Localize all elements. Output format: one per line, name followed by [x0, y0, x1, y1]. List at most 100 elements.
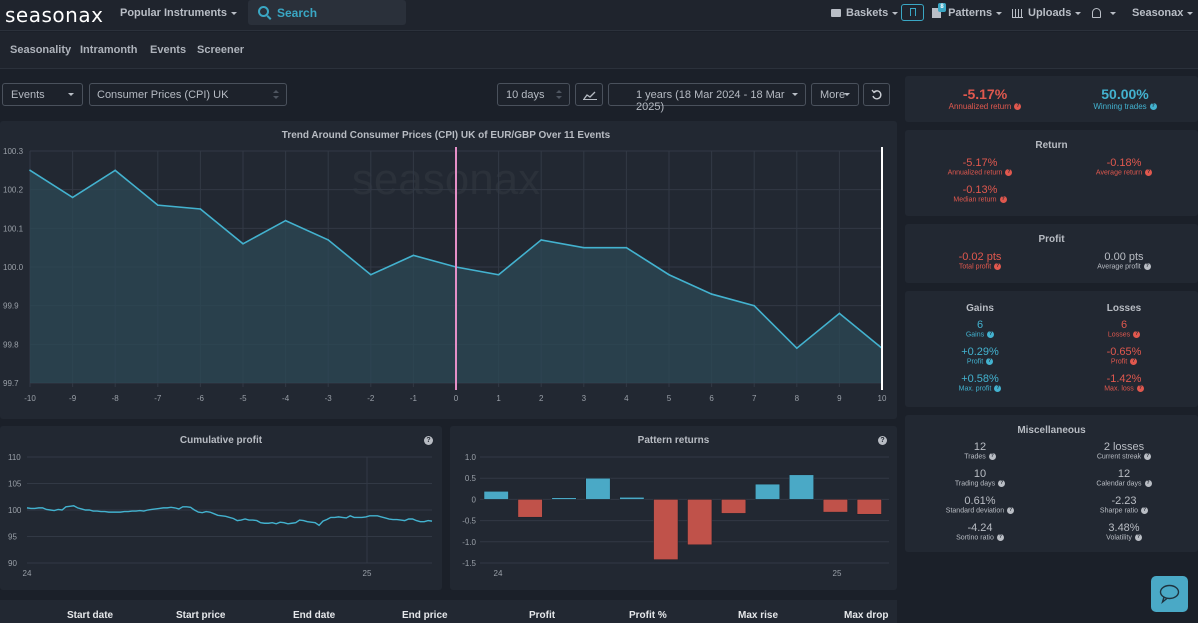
date-range-dropdown[interactable]: 1 years (18 Mar 2024 - 18 Mar 2025)	[608, 83, 806, 113]
positive-bar	[789, 474, 814, 500]
help-icon[interactable]: ?	[1144, 453, 1152, 460]
help-icon[interactable]: ?	[1136, 385, 1144, 392]
tab-screener[interactable]: Screener	[197, 44, 244, 56]
total-profit-stat: -0.02 pts Total profit?	[925, 251, 1035, 270]
popular-instruments-dropdown[interactable]: Popular Instruments	[120, 7, 237, 19]
gains-losses-panel: Gains Losses 6 Gains? +0.29% Profit? +0.…	[905, 291, 1198, 407]
column-header-max-drop[interactable]: Max drop	[844, 610, 888, 621]
stat-value: -0.02 pts	[958, 251, 1002, 263]
trades-table-header: Start date Start price End date End pric…	[0, 600, 897, 623]
winning-trades-value: 50.00%	[1101, 86, 1149, 102]
column-header-profit[interactable]: Profit	[529, 610, 555, 621]
seasonax-logo[interactable]: seasonax	[5, 3, 103, 27]
positive-bar	[619, 497, 645, 500]
window-select[interactable]: 10 days	[497, 83, 570, 106]
stat-label-row: Max. profit?	[925, 385, 1035, 392]
trend-chart-panel: Trend Around Consumer Prices (CPI) UK of…	[0, 121, 897, 419]
help-icon[interactable]: ?	[994, 263, 1002, 270]
y-tick-label: 99.7	[3, 379, 19, 388]
stat-value: -1.42%	[1106, 373, 1142, 385]
stat-label-row: Total profit?	[925, 263, 1035, 270]
y-tick-label: 1.0	[465, 453, 477, 462]
popular-instruments-label: Popular Instruments	[120, 7, 227, 19]
search-box[interactable]: Search	[248, 0, 406, 25]
x-tick-label: -10	[24, 394, 36, 403]
column-header-end-price[interactable]: End price	[402, 610, 448, 621]
help-icon[interactable]: ?	[1133, 331, 1141, 338]
stat-label: Average profit	[1097, 263, 1141, 271]
help-icon[interactable]: ?	[998, 480, 1006, 487]
tab-events[interactable]: Events	[150, 44, 186, 56]
column-header-end-date[interactable]: End date	[293, 610, 335, 621]
tab-intramonth[interactable]: Intramonth	[80, 44, 137, 56]
help-icon[interactable]: ?	[988, 453, 996, 460]
y-tick-label: 99.9	[3, 302, 19, 311]
y-tick-label: 100.2	[3, 186, 24, 195]
stat-value: -4.24	[967, 522, 993, 534]
data-point	[540, 239, 542, 241]
help-icon[interactable]: ?	[1007, 507, 1015, 514]
help-icon[interactable]: ?	[1144, 480, 1152, 487]
winning-trades-label: Winning trades	[1093, 102, 1147, 111]
stat-label-row: Annualized return?	[925, 169, 1035, 176]
column-header-start-price[interactable]: Start price	[176, 610, 225, 621]
data-point	[242, 243, 244, 245]
help-icon[interactable]: ?	[1145, 169, 1153, 176]
event-select[interactable]: Consumer Prices (CPI) UK	[89, 83, 287, 106]
y-tick-label: 105	[8, 480, 22, 489]
stat-label-row: Average return?	[1069, 169, 1179, 176]
y-tick-label: 0	[472, 495, 477, 504]
misc-stat: 12 Trades?	[925, 441, 1035, 460]
baskets-dropdown[interactable]: Baskets	[831, 7, 899, 19]
patterns-dropdown[interactable]: 8 Patterns	[932, 3, 1003, 19]
stat-label: Profit	[1110, 358, 1128, 366]
top-navbar: seasonax Popular Instruments Search Bask…	[0, 0, 1198, 31]
help-icon[interactable]: ?	[1005, 169, 1013, 176]
uploads-label: Uploads	[1028, 7, 1072, 19]
column-header-start-date[interactable]: Start date	[67, 610, 113, 621]
date-range-value: 1 years (18 Mar 2024 - 18 Mar 2025)	[636, 89, 785, 113]
help-icon[interactable]: ?	[996, 534, 1004, 541]
help-icon[interactable]: ?	[986, 358, 994, 365]
help-icon[interactable]: ?	[1141, 507, 1149, 514]
uploads-dropdown[interactable]: Uploads	[1012, 7, 1082, 19]
more-dropdown[interactable]: More	[811, 83, 859, 106]
stat-label: Max. profit	[958, 385, 992, 393]
mode-select[interactable]: Events	[2, 83, 83, 106]
x-tick-label: -7	[154, 394, 162, 403]
tab-seasonality[interactable]: Seasonality	[10, 44, 71, 56]
column-header-profit-percent[interactable]: Profit %	[629, 610, 667, 621]
bar-chart-icon	[1012, 8, 1023, 18]
negative-bar	[721, 499, 747, 514]
help-icon[interactable]: ?	[994, 385, 1002, 392]
stat-label: Profit	[966, 358, 984, 366]
bookmark-button[interactable]	[901, 4, 924, 21]
reset-button[interactable]	[863, 83, 890, 106]
stat-label: Current streak	[1096, 453, 1142, 461]
account-dropdown[interactable]: Seasonax	[1132, 7, 1194, 19]
notifications-dropdown[interactable]	[1092, 7, 1116, 19]
watermark: seasonax	[352, 155, 540, 204]
column-header-max-rise[interactable]: Max rise	[738, 610, 778, 621]
help-icon[interactable]: ?	[999, 196, 1007, 203]
return-title: Return	[1035, 140, 1068, 151]
patterns-badge: 8	[938, 3, 946, 12]
losses-max-loss-stat: -1.42% Max. loss?	[1069, 373, 1179, 392]
chart-type-button[interactable]	[575, 83, 603, 106]
stat-label: Sortino ratio	[956, 534, 994, 542]
chat-button[interactable]	[1151, 576, 1188, 612]
y-tick-label: 100.0	[3, 263, 24, 272]
stat-label: Sharpe ratio	[1099, 507, 1139, 515]
help-icon[interactable]: ?	[1014, 103, 1022, 111]
help-icon[interactable]: ?	[1130, 358, 1138, 365]
negative-bar	[687, 499, 713, 546]
data-point	[838, 312, 841, 315]
help-icon[interactable]: ?	[1149, 103, 1157, 111]
data-point	[583, 246, 585, 249]
help-icon[interactable]: ?	[1134, 534, 1142, 541]
stat-label: Losses	[1107, 331, 1131, 339]
help-icon[interactable]: ?	[987, 331, 995, 338]
caret-down-icon	[230, 11, 237, 15]
help-icon[interactable]: ?	[1143, 263, 1151, 270]
x-tick-label: 4	[624, 394, 629, 403]
